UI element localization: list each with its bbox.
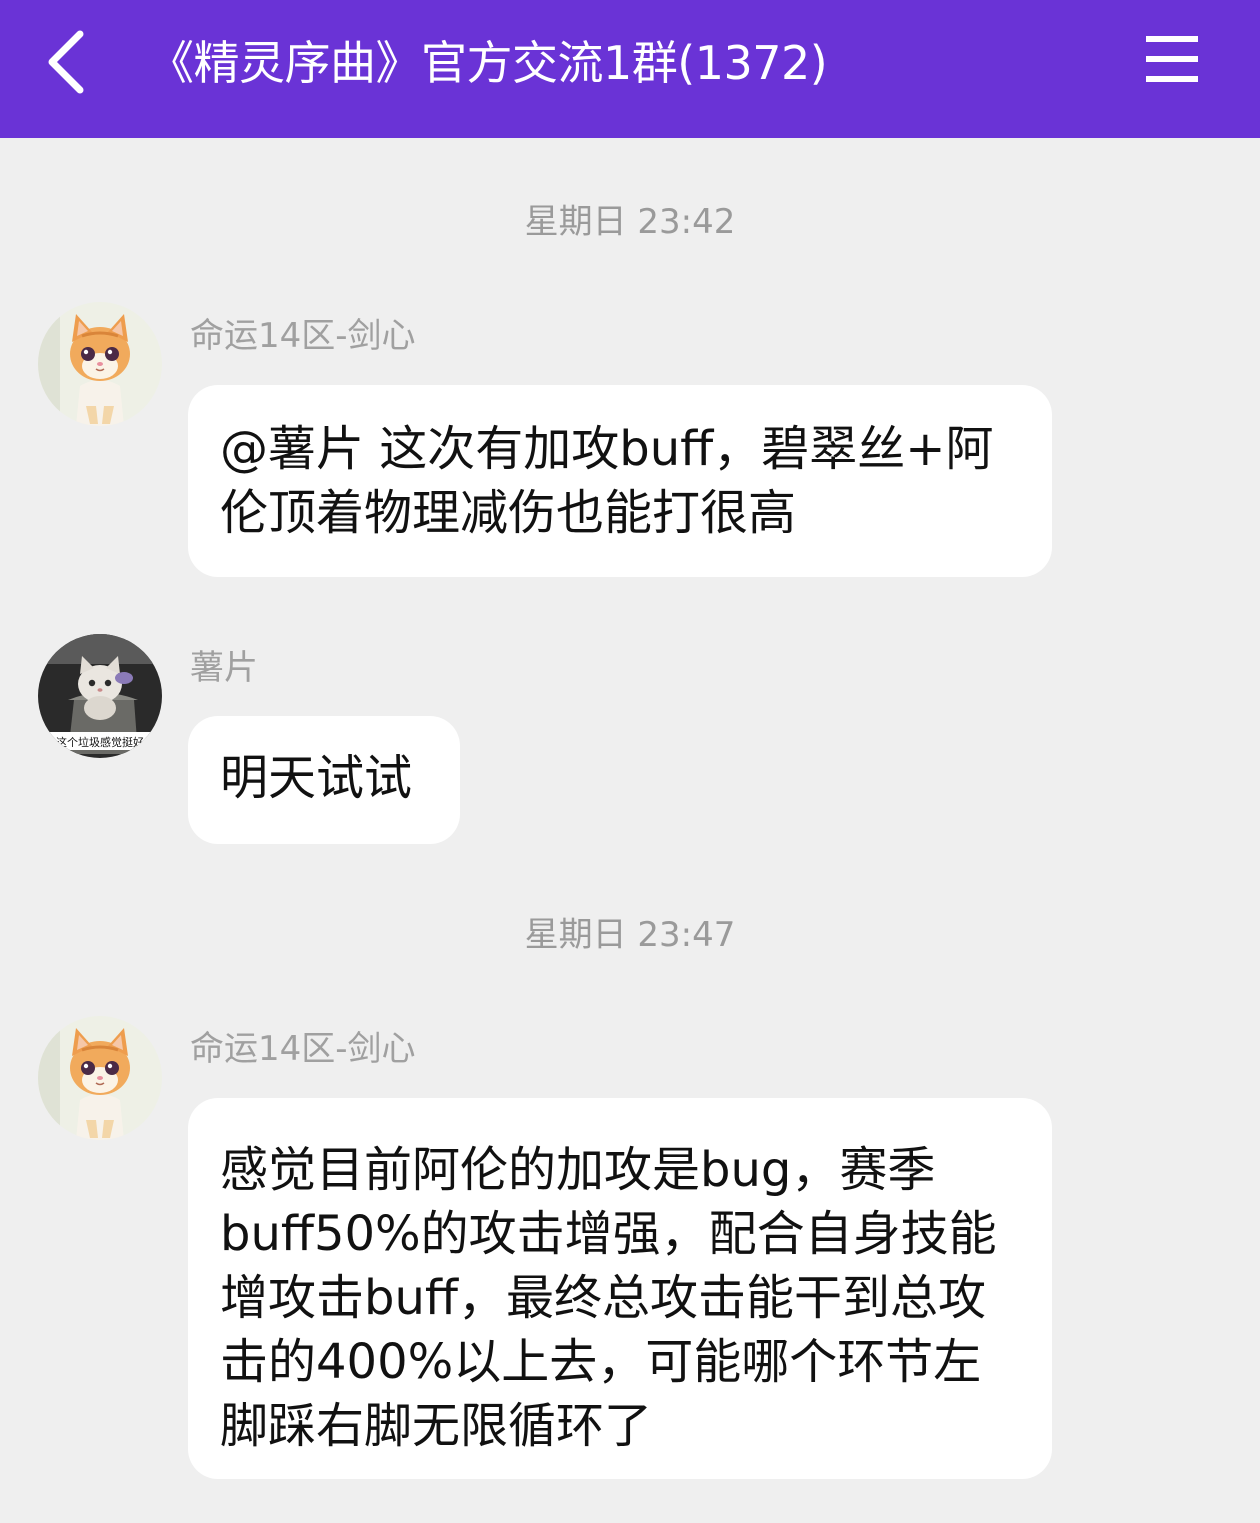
sender-name: 薯片 (190, 648, 258, 688)
sender-avatar[interactable]: 这个垃圾感觉挺好 (38, 634, 162, 758)
message-timestamp: 星期日 23:42 (524, 202, 736, 242)
chevron-left-icon (48, 30, 84, 94)
menu-button[interactable] (1140, 30, 1206, 92)
hamburger-menu-icon (1146, 36, 1198, 82)
sender-avatar[interactable] (38, 1016, 162, 1140)
sender-name: 命运14区-剑心 (190, 1029, 416, 1069)
back-button[interactable] (36, 22, 106, 102)
cat-in-trash-can-avatar-icon: 这个垃圾感觉挺好 (38, 634, 162, 758)
message-bubble[interactable]: @薯片 这次有加攻buff，碧翠丝+阿伦顶着物理减伤也能打很高 (188, 385, 1052, 577)
message-bubble[interactable]: 感觉目前阿伦的加攻是bug，赛季buff50%的攻击增强，配合自身技能增攻击bu… (188, 1098, 1052, 1479)
sender-name: 命运14区-剑心 (190, 316, 416, 356)
message-bubble[interactable]: 明天试试 (188, 716, 460, 844)
chat-header: 《精灵序曲》官方交流1群(1372) (0, 0, 1260, 138)
avatar-caption: 这个垃圾感觉挺好 (56, 735, 144, 749)
message-timestamp: 星期日 23:47 (524, 915, 736, 955)
orange-kitten-avatar-icon (38, 1016, 162, 1140)
sender-avatar[interactable] (38, 302, 162, 426)
group-title: 《精灵序曲》官方交流1群(1372) (148, 36, 828, 90)
orange-kitten-avatar-icon (38, 302, 162, 426)
